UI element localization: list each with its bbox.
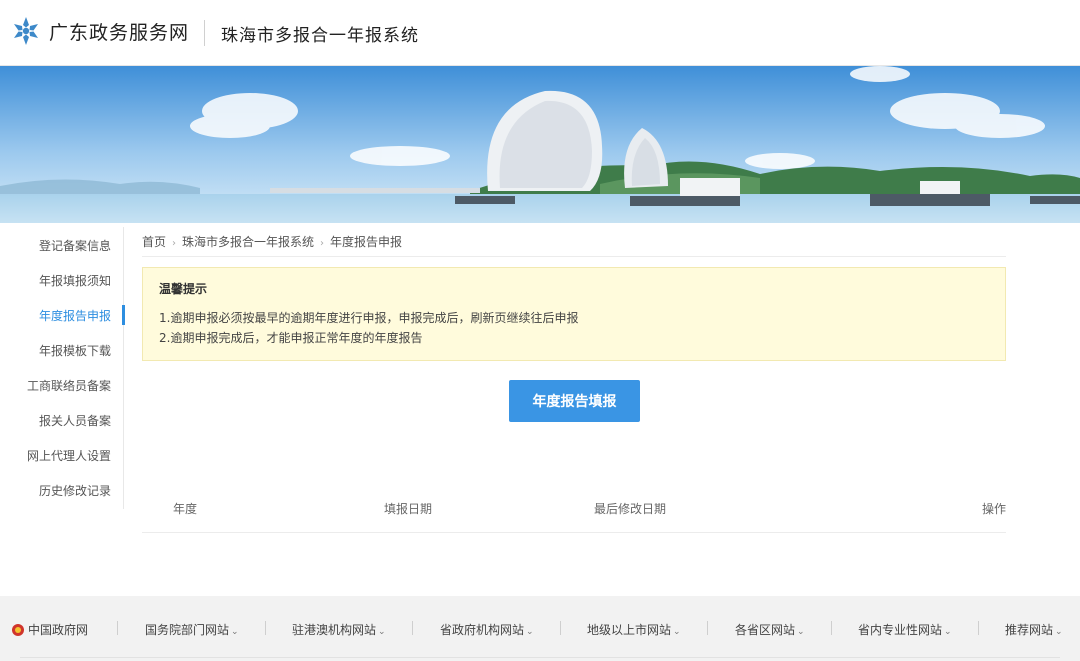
notice-box: 温馨提示 1.逾期申报必须按最早的逾期年度进行申报，申报完成后，刷新页继续往后申… bbox=[142, 267, 1006, 361]
sidebar-item-template-download[interactable]: 年报模板下载 bbox=[39, 342, 111, 359]
footer-link-label: 省政府机构网站 bbox=[440, 623, 525, 637]
breadcrumb-current: 年度报告申报 bbox=[330, 235, 403, 249]
notice-line-2: 2.逾期申报完成后，才能申报正常年度的年度报告 bbox=[159, 331, 423, 345]
sidebar-item-online-agent[interactable]: 网上代理人设置 bbox=[27, 447, 111, 464]
footer-link-label: 驻港澳机构网站 bbox=[292, 623, 377, 637]
header-divider bbox=[204, 20, 205, 46]
footer-divider bbox=[117, 621, 118, 635]
footer-link-recommended[interactable]: 推荐网站 ⌄ bbox=[1005, 621, 1063, 638]
footer-divider bbox=[412, 621, 413, 635]
footer-link-hk-macao[interactable]: 驻港澳机构网站 ⌄ bbox=[292, 621, 386, 638]
footer-link-label: 推荐网站 bbox=[1005, 623, 1054, 637]
chevron-down-icon: ⌄ bbox=[673, 627, 681, 637]
column-year: 年度 bbox=[173, 502, 198, 516]
footer-link-professional[interactable]: 省内专业性网站 ⌄ bbox=[858, 621, 952, 638]
footer-link-label: 中国政府网 bbox=[28, 623, 89, 637]
footer-link-city[interactable]: 地级以上市网站 ⌄ bbox=[587, 621, 681, 638]
sidebar-item-registration-info[interactable]: 登记备案信息 bbox=[39, 237, 111, 254]
sidebar-active-indicator bbox=[122, 305, 125, 325]
column-actions: 操作 bbox=[981, 502, 1006, 516]
breadcrumb-separator-icon: › bbox=[320, 238, 325, 249]
breadcrumb: 首页 › 珠海市多报合一年报系统 › 年度报告申报 bbox=[142, 233, 1006, 257]
system-name: 珠海市多报合一年报系统 bbox=[221, 26, 419, 46]
breadcrumb-system[interactable]: 珠海市多报合一年报系统 bbox=[182, 235, 314, 249]
footer-divider bbox=[978, 621, 979, 635]
footer-link-label: 国务院部门网站 bbox=[145, 623, 230, 637]
guangdong-logo-icon[interactable] bbox=[12, 15, 40, 47]
sidebar-item-customs-personnel[interactable]: 报关人员备案 bbox=[39, 412, 111, 429]
column-fill-date: 填报日期 bbox=[384, 502, 433, 516]
footer-link-label: 省内专业性网站 bbox=[858, 623, 943, 637]
chevron-down-icon: ⌄ bbox=[378, 627, 386, 637]
sidebar-nav: 登记备案信息 年报填报须知 年度报告申报 年报模板下载 工商联络员备案 报关人员… bbox=[0, 227, 125, 509]
notice-line-1: 1.逾期申报必须按最早的逾期年度进行申报，申报完成后，刷新页继续往后申报 bbox=[159, 311, 579, 325]
footer-divider bbox=[831, 621, 832, 635]
national-emblem-icon bbox=[12, 624, 24, 636]
column-last-modified: 最后修改日期 bbox=[594, 502, 667, 516]
footer-divider bbox=[560, 621, 561, 635]
footer-link-label: 地级以上市网站 bbox=[587, 623, 672, 637]
chevron-down-icon: ⌄ bbox=[1055, 627, 1063, 637]
sidebar-item-liaison-filing[interactable]: 工商联络员备案 bbox=[27, 377, 111, 394]
notice-title: 温馨提示 bbox=[159, 282, 208, 296]
footer-link-label: 各省区网站 bbox=[735, 623, 796, 637]
breadcrumb-home[interactable]: 首页 bbox=[142, 235, 166, 249]
fill-annual-report-button[interactable]: 年度报告填报 bbox=[509, 380, 640, 422]
footer-link-gov-cn[interactable]: 中国政府网 bbox=[12, 621, 88, 638]
chevron-down-icon: ⌄ bbox=[797, 627, 805, 637]
chevron-down-icon: ⌄ bbox=[944, 627, 952, 637]
footer-divider bbox=[707, 621, 708, 635]
report-table-header: 年度 填报日期 最后修改日期 操作 bbox=[142, 493, 1006, 533]
chevron-down-icon: ⌄ bbox=[526, 627, 534, 637]
footer-divider bbox=[265, 621, 266, 635]
breadcrumb-separator-icon: › bbox=[172, 238, 177, 249]
sidebar-item-history[interactable]: 历史修改记录 bbox=[39, 482, 111, 499]
chevron-down-icon: ⌄ bbox=[231, 627, 239, 637]
footer-link-provinces[interactable]: 各省区网站 ⌄ bbox=[735, 621, 805, 638]
footer-link-provincial-gov[interactable]: 省政府机构网站 ⌄ bbox=[440, 621, 534, 638]
site-name[interactable]: 广东政务服务网 bbox=[49, 18, 189, 45]
footer-bottom-rule bbox=[20, 657, 1060, 658]
footer-link-state-council[interactable]: 国务院部门网站 ⌄ bbox=[145, 621, 239, 638]
sidebar-item-filing-notes[interactable]: 年报填报须知 bbox=[39, 272, 111, 289]
top-header: 广东政务服务网 珠海市多报合一年报系统 bbox=[0, 0, 1080, 66]
sidebar-item-annual-report[interactable]: 年度报告申报 bbox=[39, 307, 111, 324]
banner-image bbox=[0, 66, 1080, 223]
footer-links: 中国政府网 国务院部门网站 ⌄ 驻港澳机构网站 ⌄ 省政府机构网站 ⌄ 地级以上市网站… bbox=[0, 596, 1080, 661]
